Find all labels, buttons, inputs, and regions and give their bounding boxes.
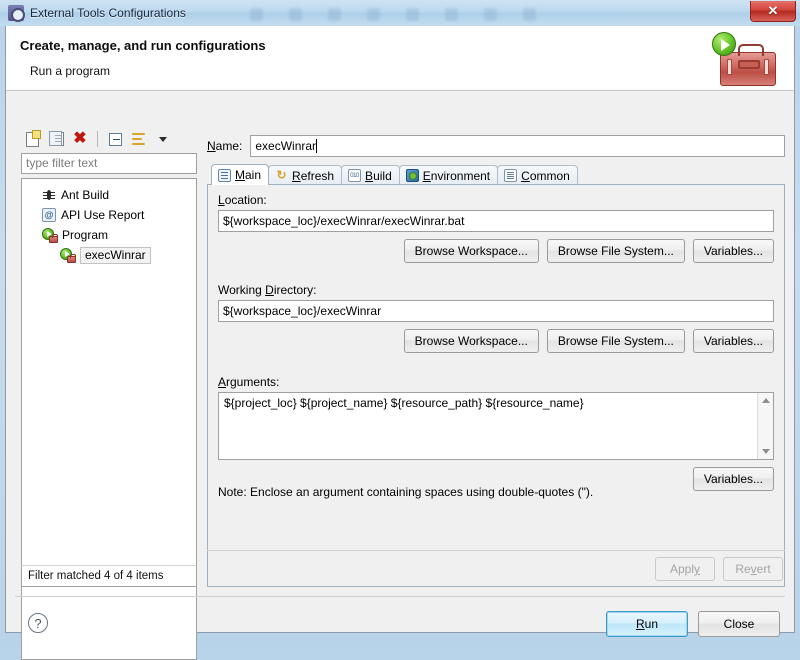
tree-item-execwinrar[interactable]: execWinrar xyxy=(22,245,196,265)
tab-label: Common xyxy=(521,168,570,183)
name-label: Name: xyxy=(207,139,243,153)
tree-item-program[interactable]: Program xyxy=(22,225,196,245)
banner-title: Create, manage, and run configurations xyxy=(20,38,266,53)
environment-tab-icon xyxy=(405,169,419,182)
tab-label: Refresh xyxy=(292,168,335,183)
build-tab-icon: 010 xyxy=(348,169,362,182)
toolbox-icon xyxy=(720,44,776,86)
program-icon xyxy=(60,248,76,263)
name-row: Name: execWinrar xyxy=(207,134,785,158)
text-caret xyxy=(316,139,318,153)
browse-workspace-location-button[interactable]: Browse Workspace... xyxy=(403,239,539,263)
tab-common[interactable]: Common xyxy=(497,165,578,185)
close-button[interactable]: Close xyxy=(698,611,780,637)
toolbar-separator xyxy=(97,131,98,147)
apply-button[interactable]: Appl y xyxy=(655,557,715,581)
external-tools-configurations-window: External Tools Configurations ✕ Create, … xyxy=(0,0,800,660)
footer-button-row: Run Close xyxy=(606,611,780,637)
arguments-scrollbar[interactable] xyxy=(757,393,773,459)
ant-icon xyxy=(42,188,56,202)
collapse-all-icon xyxy=(108,132,122,146)
browse-workspace-workdir-button[interactable]: Browse Workspace... xyxy=(403,329,539,353)
tree-item-api-use-report[interactable]: @ API Use Report xyxy=(22,205,196,225)
name-input-value: execWinrar xyxy=(255,139,317,153)
duplicate-launch-configuration-button[interactable] xyxy=(46,129,66,149)
location-group: Location: ${workspace_loc}/execWinrar/ex… xyxy=(218,193,774,263)
close-window-button[interactable]: ✕ xyxy=(750,1,796,22)
filter-button[interactable] xyxy=(129,129,149,149)
dialog-footer: ? Run Close xyxy=(6,597,794,637)
tab-main[interactable]: Main xyxy=(211,164,270,185)
banner-subtitle: Run a program xyxy=(30,64,111,78)
variables-arguments-button[interactable]: Variables... xyxy=(692,467,774,491)
tree-item-label: Ant Build xyxy=(61,188,110,202)
filter-input[interactable]: type filter text xyxy=(21,153,197,174)
window-title: External Tools Configurations xyxy=(30,6,186,20)
toolbox-with-play-icon xyxy=(712,32,778,88)
external-tools-icon xyxy=(8,5,25,22)
help-question-icon[interactable]: ? xyxy=(28,613,48,633)
main-tab-icon xyxy=(218,168,231,182)
arguments-textarea[interactable]: ${project_loc} ${project_name} ${resourc… xyxy=(218,392,774,460)
tab-label: Environment xyxy=(422,168,491,183)
dialog-body: Create, manage, and run configurations R… xyxy=(5,26,795,660)
tree-item-label: Program xyxy=(62,228,109,242)
configuration-tabs: Main ↻ Refresh 010 Build Environment Com… xyxy=(207,164,785,185)
working-directory-input[interactable]: ${workspace_loc}/execWinrar xyxy=(218,300,774,322)
tab-label: Build xyxy=(365,168,392,183)
common-tab-icon xyxy=(504,169,518,182)
collapse-all-button[interactable] xyxy=(105,129,125,149)
filter-status-text: Filter matched 4 of 4 items xyxy=(21,565,197,587)
tab-refresh[interactable]: ↻ Refresh xyxy=(268,165,343,185)
working-directory-label: Working Directory: xyxy=(218,283,317,297)
variables-workdir-button[interactable]: Variables... xyxy=(692,329,774,353)
tab-build[interactable]: 010 Build xyxy=(341,165,400,185)
arguments-group: Arguments: ${project_loc} ${project_name… xyxy=(218,375,774,491)
working-directory-group: Working Directory: ${workspace_loc}/exec… xyxy=(218,283,774,353)
delete-launch-configuration-button[interactable]: ✖ xyxy=(70,129,90,149)
revert-button[interactable]: Re v ert xyxy=(723,557,783,581)
tab-label: Main xyxy=(235,168,262,182)
tree-toolbar: ✖ xyxy=(19,126,199,152)
program-icon xyxy=(42,228,58,243)
browse-file-system-workdir-button[interactable]: Browse File System... xyxy=(546,329,685,353)
apply-revert-row: Appl y Re v ert xyxy=(207,557,785,581)
scroll-down-icon[interactable] xyxy=(758,444,773,459)
view-menu-button[interactable] xyxy=(153,129,173,149)
location-button-row: Browse Workspace... Browse File System..… xyxy=(218,239,774,263)
browse-file-system-location-button[interactable]: Browse File System... xyxy=(546,239,685,263)
title-bar: External Tools Configurations ✕ xyxy=(0,0,800,26)
variables-location-button[interactable]: Variables... xyxy=(692,239,774,263)
location-input[interactable]: ${workspace_loc}/execWinrar/execWinrar.b… xyxy=(218,210,774,232)
new-launch-configuration-button[interactable] xyxy=(22,129,42,149)
scroll-up-icon[interactable] xyxy=(758,393,773,408)
location-label: Location: xyxy=(218,193,267,207)
run-button[interactable]: Run xyxy=(606,611,688,637)
delete-red-x-icon: ✖ xyxy=(73,130,87,147)
dialog-banner: Create, manage, and run configurations R… xyxy=(6,26,794,91)
tree-item-label: execWinrar xyxy=(80,246,151,264)
main-tab-panel: Location: ${workspace_loc}/execWinrar/ex… xyxy=(207,184,785,587)
arguments-note: Note: Enclose an argument containing spa… xyxy=(218,485,594,499)
launch-configurations-panel: ✖ type filter text Ant Build @ API Use R… xyxy=(19,126,199,660)
background-desktop-icons xyxy=(250,6,670,22)
apply-revert-strip: Appl y Re v ert xyxy=(207,550,785,590)
arguments-value: ${project_loc} ${project_name} ${resourc… xyxy=(224,396,584,410)
configuration-panel: Name: execWinrar Main ↻ Refresh 010 Buil… xyxy=(207,126,785,587)
tree-item-label: API Use Report xyxy=(61,208,145,222)
tab-environment[interactable]: Environment xyxy=(398,165,499,185)
launch-configurations-tree[interactable]: Ant Build @ API Use Report Program execW… xyxy=(21,178,197,660)
tree-item-ant-build[interactable]: Ant Build xyxy=(22,185,196,205)
api-use-report-icon: @ xyxy=(42,208,56,222)
play-icon xyxy=(712,32,736,56)
new-document-icon xyxy=(25,129,41,147)
refresh-tab-icon: ↻ xyxy=(276,168,287,182)
name-input[interactable]: execWinrar xyxy=(250,135,785,157)
arguments-label: Arguments: xyxy=(218,375,280,389)
filter-icon xyxy=(132,132,146,146)
copy-icon xyxy=(48,131,64,146)
working-directory-button-row: Browse Workspace... Browse File System..… xyxy=(218,329,774,353)
chevron-down-icon xyxy=(159,136,167,142)
